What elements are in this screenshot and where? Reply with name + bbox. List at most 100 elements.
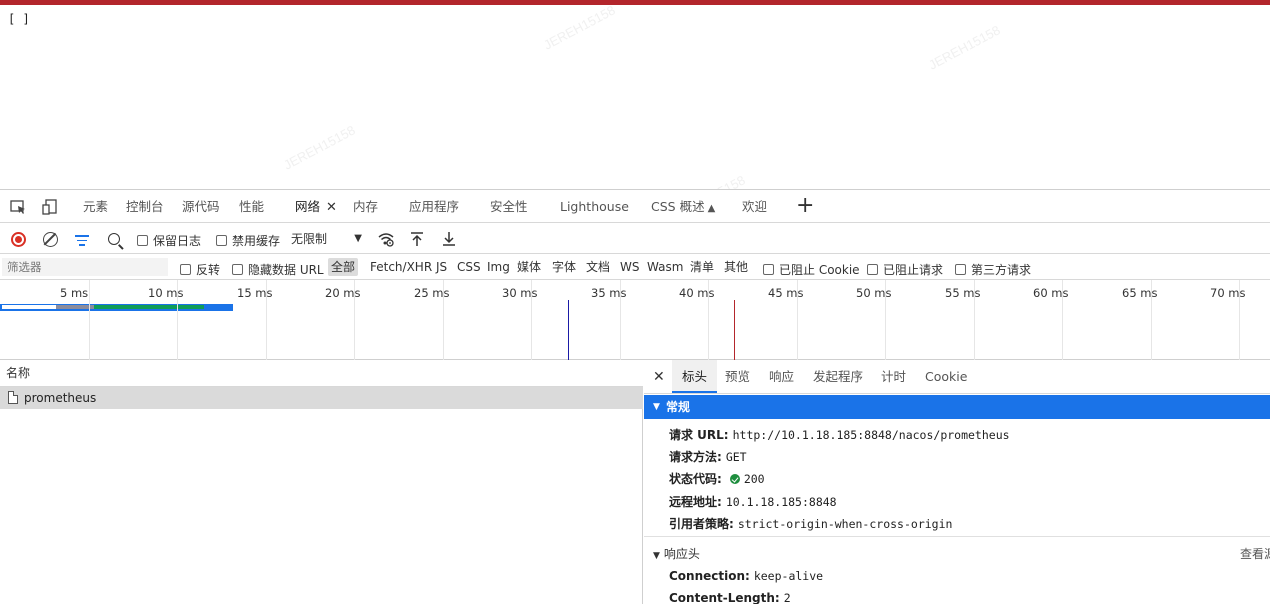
tab-timing[interactable]: 计时	[881, 360, 906, 394]
table-row[interactable]: prometheus	[0, 387, 643, 409]
request-url-row: 请求 URL: http://10.1.18.185:8848/nacos/pro…	[669, 426, 1010, 443]
filter-type-ws[interactable]: WS	[620, 258, 639, 276]
status-ok-icon	[729, 474, 740, 484]
hide-data-urls-checkbox[interactable]: 隐藏数据 URL	[232, 261, 324, 278]
checkbox-box	[216, 235, 227, 246]
filter-type-other[interactable]: 其他	[724, 258, 748, 276]
tab-security[interactable]: 安全性	[490, 190, 528, 223]
dropdown-arrow-icon: ▼	[354, 233, 362, 244]
filter-type-manifest[interactable]: 清单	[690, 258, 714, 276]
tab-elements[interactable]: 元素	[83, 190, 108, 223]
throttling-select[interactable]: 无限制 ▼	[291, 230, 366, 248]
filter-type-js[interactable]: JS	[436, 258, 447, 276]
watermark: JEREH15158	[926, 22, 1003, 73]
checkbox-box	[180, 264, 191, 275]
tab-performance[interactable]: 性能	[239, 190, 264, 223]
dom-content-loaded-marker	[568, 300, 569, 360]
export-har-button[interactable]	[439, 229, 459, 249]
column-header-name[interactable]: 名称	[0, 360, 643, 387]
tab-response[interactable]: 响应	[769, 360, 794, 394]
upload-icon	[411, 232, 423, 246]
view-source-link[interactable]: 查看源	[1240, 545, 1270, 562]
tab-css-overview[interactable]: CSS 概述 ▲	[651, 190, 715, 223]
import-har-button[interactable]	[407, 229, 427, 249]
status-code-value: 200	[743, 472, 765, 486]
filter-toggle-button[interactable]	[72, 229, 92, 249]
search-button[interactable]	[104, 229, 124, 249]
checkbox-box	[232, 264, 243, 275]
page-json-content: [ ]	[8, 12, 30, 26]
filter-type-fetch-xhr[interactable]: Fetch/XHR	[370, 258, 432, 276]
tab-network[interactable]: 网络 ✕	[295, 190, 337, 223]
timeline-tick-label: 35 ms	[591, 286, 627, 300]
connection-value: keep-alive	[753, 569, 824, 583]
filter-type-css[interactable]: CSS	[457, 258, 481, 276]
filter-type-media[interactable]: 媒体	[517, 258, 541, 276]
remote-address-value: 10.1.18.185:8848	[725, 495, 837, 509]
filter-type-all[interactable]: 全部	[328, 258, 359, 276]
filter-type-img[interactable]: Img	[487, 258, 510, 276]
filter-input[interactable]: 筛选器	[2, 258, 168, 276]
filter-icon	[75, 232, 89, 246]
third-party-label: 第三方请求	[971, 263, 1032, 277]
content-length-key: Content-Length:	[669, 591, 780, 604]
tab-preview[interactable]: 预览	[725, 360, 750, 394]
inspect-element-icon[interactable]	[9, 199, 27, 215]
filter-type-doc[interactable]: 文档	[586, 258, 610, 276]
close-details-icon[interactable]: ✕	[653, 369, 665, 385]
devtools-tabbar: 元素 控制台 源代码 性能 网络 ✕ 内存 应用程序 安全性 Lighthouse…	[0, 190, 1270, 223]
request-bar-waiting	[94, 305, 204, 309]
request-details-pane: ✕ 标头 预览 响应 发起程序 计时 Cookie ▼ 常规 请求 URL: ht…	[644, 360, 1270, 604]
tab-application[interactable]: 应用程序	[409, 190, 459, 223]
tab-network-label: 网络	[295, 199, 321, 214]
preserve-log-label: 保留日志	[153, 234, 202, 248]
timeline-tick-label: 40 ms	[679, 286, 715, 300]
status-code-key: 状态代码:	[669, 472, 722, 486]
section-divider	[644, 536, 1270, 537]
blocked-requests-checkbox[interactable]: 已阻止请求	[867, 261, 943, 278]
network-conditions-button[interactable]	[376, 229, 396, 249]
network-overview-timeline[interactable]: 5 ms 10 ms 15 ms 20 ms 25 ms 30 ms 35 ms 40 ms 4…	[0, 280, 1270, 360]
filter-type-wasm[interactable]: Wasm	[647, 258, 683, 276]
tab-initiator[interactable]: 发起程序	[813, 360, 863, 394]
add-tab-plus-icon[interactable]: +	[796, 194, 814, 218]
wifi-settings-icon	[378, 233, 394, 247]
tab-lighthouse[interactable]: Lighthouse	[560, 190, 629, 223]
timeline-tick-label: 15 ms	[237, 286, 273, 300]
timeline-gridline	[89, 280, 90, 360]
clear-button[interactable]	[40, 229, 60, 249]
close-tab-icon[interactable]: ✕	[326, 200, 337, 215]
record-button[interactable]	[8, 229, 28, 249]
status-code-row: 状态代码: 200	[669, 470, 765, 487]
tab-welcome[interactable]: 欢迎	[742, 190, 767, 223]
devtools-panel: 元素 控制台 源代码 性能 网络 ✕ 内存 应用程序 安全性 Lighthouse…	[0, 189, 1270, 604]
timeline-tick-label: 55 ms	[945, 286, 981, 300]
timeline-tick-label: 25 ms	[414, 286, 450, 300]
tab-css-overview-label: CSS 概述	[651, 199, 705, 214]
timeline-tick-label: 5 ms	[60, 286, 89, 300]
request-url-value: http://10.1.18.185:8848/nacos/prometheus	[732, 428, 1010, 442]
clear-icon	[42, 231, 58, 247]
tab-sources[interactable]: 源代码	[182, 190, 220, 223]
page-top-bar	[0, 0, 1270, 5]
tab-memory[interactable]: 内存	[353, 190, 378, 223]
request-name: prometheus	[24, 391, 97, 405]
blocked-cookies-checkbox[interactable]: 已阻止 Cookie	[763, 261, 860, 278]
general-section-title: 常规	[666, 400, 691, 414]
preserve-log-checkbox[interactable]: 保留日志	[137, 232, 201, 249]
watermark: JEREH15158	[541, 2, 618, 53]
referrer-policy-key: 引用者策略:	[669, 517, 734, 531]
general-section-header[interactable]: ▼ 常规	[644, 395, 1270, 419]
response-headers-section-header[interactable]: ▼ 响应头	[653, 545, 700, 562]
content-length-value: 2	[783, 591, 791, 604]
blocked-cookies-label: 已阻止 Cookie	[779, 263, 860, 277]
filter-type-font[interactable]: 字体	[552, 258, 576, 276]
tab-cookies[interactable]: Cookie	[925, 360, 967, 394]
checkbox-box	[137, 235, 148, 246]
disable-cache-checkbox[interactable]: 禁用缓存	[216, 232, 280, 249]
tab-console[interactable]: 控制台	[126, 190, 164, 223]
third-party-checkbox[interactable]: 第三方请求	[955, 261, 1031, 278]
device-toolbar-icon[interactable]	[41, 199, 59, 215]
invert-checkbox[interactable]: 反转	[180, 261, 220, 278]
tab-headers[interactable]: 标头	[672, 360, 718, 393]
